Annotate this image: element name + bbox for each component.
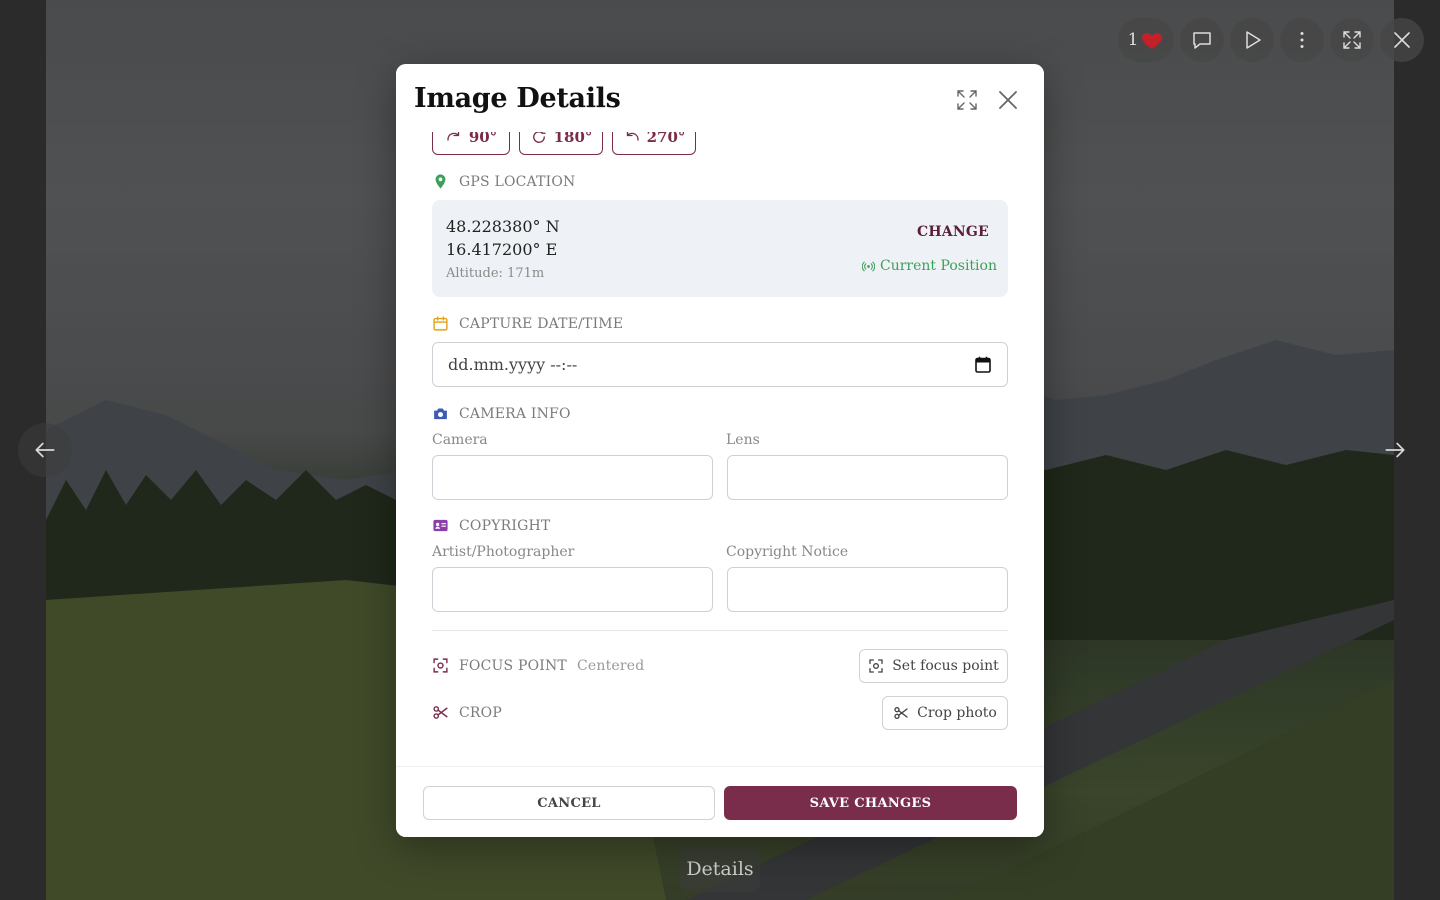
artist-field-label: Artist/Photographer [432, 544, 575, 560]
camera-section-header: CAMERA INFO [432, 405, 571, 422]
capture-section-header: CAPTURE DATE/TIME [432, 315, 623, 332]
next-photo-button[interactable] [1368, 423, 1422, 477]
focus-status: Centered [576, 657, 645, 674]
details-label: Details [686, 858, 754, 880]
crop-section-header: CROP [432, 704, 502, 721]
camera-field-label: Camera [432, 432, 488, 448]
comments-button[interactable] [1180, 18, 1224, 62]
current-position-label: Current Position [880, 258, 997, 274]
scissors-icon [433, 706, 448, 719]
focus-section-label: FOCUS POINT [459, 657, 567, 674]
calendar-icon [433, 316, 448, 331]
lens-input[interactable] [727, 455, 1008, 500]
heart-icon [1142, 33, 1163, 49]
section-divider [432, 630, 1008, 631]
id-card-icon [433, 519, 448, 532]
expand-icon [957, 90, 977, 110]
broadcast-icon [862, 261, 875, 271]
calendar-picker-icon[interactable] [975, 356, 991, 373]
focus-section-header: FOCUS POINT Centered [432, 657, 644, 674]
gps-section-header: GPS LOCATION [432, 173, 575, 190]
comment-icon [1193, 32, 1211, 49]
gps-longitude: 16.417200° E [446, 240, 558, 259]
capture-datetime-input[interactable]: dd.mm.yyyy --:-- [432, 342, 1008, 387]
map-pin-icon [435, 174, 446, 189]
more-vertical-icon [1300, 32, 1304, 48]
arrow-right-icon [1385, 442, 1405, 458]
previous-photo-button[interactable] [18, 423, 72, 477]
gps-card: 48.228380° N 16.417200° E Altitude: 171m… [432, 200, 1008, 297]
more-options-button[interactable] [1280, 18, 1324, 62]
capture-datetime-placeholder: dd.mm.yyyy --:-- [448, 355, 578, 374]
gps-section-label: GPS LOCATION [459, 173, 576, 190]
camera-icon [434, 408, 447, 420]
like-button[interactable]: 1 [1118, 18, 1174, 62]
details-button[interactable]: Details [680, 846, 760, 892]
set-focus-point-button[interactable]: Set focus point [859, 649, 1008, 683]
crop-section-label: CROP [459, 704, 502, 721]
close-dialog-button[interactable] [996, 88, 1020, 112]
lens-field-label: Lens [726, 432, 760, 448]
capture-section-label: CAPTURE DATE/TIME [459, 315, 624, 332]
fullscreen-icon [1343, 31, 1361, 49]
viewer-toolbar: 1 [1118, 18, 1424, 62]
copyright-section-header: COPYRIGHT [432, 517, 550, 534]
copyright-notice-input[interactable] [727, 567, 1008, 612]
gps-altitude: Altitude: 171m [446, 266, 545, 281]
focus-icon [869, 659, 883, 673]
focus-icon [433, 658, 448, 673]
fullscreen-button[interactable] [1330, 18, 1374, 62]
current-position-button[interactable]: Current Position [862, 258, 997, 274]
dialog-body[interactable]: 90° 180° 270° GPS LOCATION 48.228380° N … [396, 64, 1044, 766]
dialog-footer: CANCEL SAVE CHANGES [396, 766, 1044, 837]
dialog-header: Image Details [396, 64, 1044, 132]
gps-latitude: 48.228380° N [446, 217, 560, 236]
cancel-button[interactable]: CANCEL [423, 786, 715, 820]
arrow-left-icon [35, 442, 55, 458]
close-icon [1394, 32, 1410, 48]
like-count: 1 [1127, 30, 1139, 50]
slideshow-button[interactable] [1230, 18, 1274, 62]
crop-photo-button[interactable]: Crop photo [882, 696, 1008, 730]
set-focus-point-label: Set focus point [892, 658, 999, 674]
expand-dialog-button[interactable] [955, 88, 979, 112]
gps-change-button[interactable]: CHANGE [917, 224, 989, 240]
scissors-icon [894, 707, 908, 719]
camera-input[interactable] [432, 455, 713, 500]
artist-input[interactable] [432, 567, 713, 612]
crop-photo-label: Crop photo [917, 705, 997, 721]
play-icon [1246, 31, 1261, 49]
close-icon [999, 91, 1017, 109]
camera-section-label: CAMERA INFO [459, 405, 571, 422]
image-details-dialog: 90° 180° 270° GPS LOCATION 48.228380° N … [396, 64, 1044, 837]
save-changes-button[interactable]: SAVE CHANGES [724, 786, 1017, 820]
close-viewer-button[interactable] [1380, 18, 1424, 62]
dialog-title: Image Details [414, 83, 621, 114]
copyright-section-label: COPYRIGHT [459, 517, 551, 534]
copyright-notice-field-label: Copyright Notice [726, 544, 849, 560]
